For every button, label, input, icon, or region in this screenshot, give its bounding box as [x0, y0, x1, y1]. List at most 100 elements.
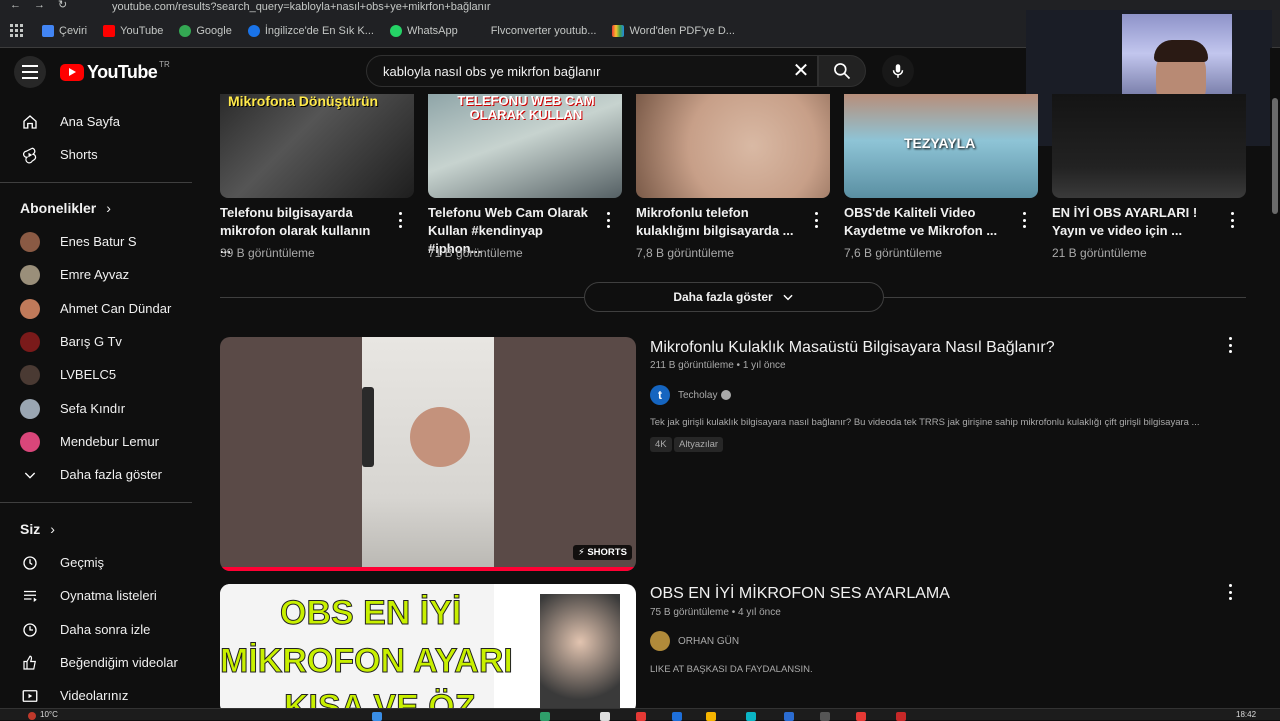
sidebar: Ana Sayfa Shorts Abonelikler › Enes Batur…: [0, 94, 204, 708]
video-description: LIKE AT BAŞKASI DA FAYDALANSIN.: [650, 664, 813, 675]
bookmark-google[interactable]: Google: [179, 24, 232, 37]
shelf-thumbnail[interactable]: Mikrofona Dönüştürün: [220, 94, 414, 198]
sidebar-subscription[interactable]: Ahmet Can Dündar: [12, 292, 192, 325]
sidebar-subscription[interactable]: Sefa Kındır: [12, 392, 192, 425]
shelf-thumbnail[interactable]: TELEFONU WEB CAM OLARAK KULLAN: [428, 94, 622, 198]
clear-search-icon[interactable]: ✕: [790, 60, 812, 82]
sidebar-item-history[interactable]: Geçmiş: [12, 546, 192, 579]
progress-bar: [220, 567, 636, 571]
site-icon: [612, 24, 625, 37]
subscriptions-header[interactable]: Abonelikler ›: [20, 200, 111, 216]
search-button[interactable]: [818, 55, 866, 87]
sidebar-item-shorts[interactable]: Shorts: [12, 138, 192, 171]
sidebar-show-more[interactable]: Daha fazla göster: [12, 458, 192, 491]
channel-avatar: t: [650, 385, 670, 405]
back-icon[interactable]: ←: [10, 0, 24, 14]
sidebar-subscription[interactable]: Barış G Tv: [12, 325, 192, 358]
reload-icon[interactable]: ↻: [58, 0, 72, 14]
channel-avatar: [20, 331, 40, 352]
sidebar-item-liked[interactable]: Beğendiğim videolar: [12, 646, 192, 679]
youtube-icon: [103, 24, 116, 37]
view-count: 7,6 B görüntüleme: [844, 246, 943, 260]
bookmark-ingilizce[interactable]: İngilizce'de En Sık K...: [247, 24, 374, 37]
video-thumbnail[interactable]: OBS EN İYİ MİKROFON AYARI KISA VE ÖZ: [220, 584, 636, 708]
page-scrollbar[interactable]: [1270, 48, 1280, 708]
shelf-show-more-button[interactable]: Daha fazla göster: [584, 282, 884, 312]
you-section-header[interactable]: Siz ›: [20, 521, 55, 537]
sidebar-divider: [0, 182, 192, 183]
search-input[interactable]: kabloyla nasıl obs ye mikrfon bağlanır: [366, 55, 818, 87]
history-icon: [20, 553, 40, 573]
channel-avatar: [20, 431, 40, 452]
your-videos-icon: [20, 686, 40, 706]
translate-icon: [42, 24, 54, 37]
chevron-down-icon: [783, 294, 793, 301]
view-count: 21 B görüntüleme: [1052, 246, 1147, 260]
sidebar-divider: [0, 502, 192, 503]
hamburger-menu-button[interactable]: [14, 56, 46, 88]
channel-avatar: [20, 298, 40, 319]
search-icon: [834, 63, 851, 80]
shelf-video-title[interactable]: EN İYİ OBS AYARLARI ! Yayın ve video için…: [1052, 204, 1212, 240]
forward-icon[interactable]: →: [34, 0, 48, 14]
bookmark-flvconverter[interactable]: Flvconverter youtub...: [473, 24, 596, 37]
more-actions-icon[interactable]: [606, 212, 610, 228]
captions-badge: Altyazılar: [674, 437, 724, 452]
more-actions-icon[interactable]: [1228, 337, 1232, 353]
watch-later-icon: [20, 620, 40, 640]
sidebar-subscription[interactable]: LVBELC5: [12, 358, 192, 391]
video-title[interactable]: Mikrofonlu Kulaklık Masaüstü Bilgisayara…: [650, 339, 1055, 357]
sidebar-item-watch-later[interactable]: Daha sonra izle: [12, 613, 192, 646]
shelf-divider: [220, 297, 584, 298]
channel-link[interactable]: ORHAN GÜN: [650, 631, 739, 651]
video-meta: 211 B görüntüleme • 1 yıl önce: [650, 360, 786, 371]
shelf-thumbnail[interactable]: TEZYAYLA: [844, 94, 1038, 198]
youtube-logo[interactable]: YouTube TR: [60, 60, 170, 83]
whatsapp-icon: [389, 24, 402, 37]
device-image: [362, 387, 374, 467]
presenter-image: [540, 594, 620, 708]
site-icon: [247, 24, 260, 37]
shorts-icon: ⚡: [578, 547, 585, 558]
channel-avatar: [20, 364, 40, 385]
bookmark-word-pdf[interactable]: Word'den PDF'ye D...: [612, 24, 735, 37]
weather-text: 10°C: [40, 710, 58, 719]
shelf-video-title[interactable]: Mikrofonlu telefon kulaklığını bilgisayar…: [636, 204, 796, 240]
shelf-thumbnail[interactable]: [636, 94, 830, 198]
more-actions-icon[interactable]: [1230, 212, 1234, 228]
quality-badge: 4K: [650, 437, 672, 452]
more-actions-icon[interactable]: [398, 212, 402, 228]
more-actions-icon[interactable]: [814, 212, 818, 228]
url-text[interactable]: youtube.com/results?search_query=kabloyl…: [112, 2, 491, 13]
bookmark-youtube[interactable]: YouTube: [103, 24, 163, 37]
sidebar-item-playlists[interactable]: Oynatma listeleri: [12, 579, 192, 612]
view-count: 39 B görüntüleme: [220, 246, 315, 260]
voice-search-button[interactable]: [882, 55, 914, 87]
channel-link[interactable]: t Techolay: [650, 385, 732, 405]
bookmark-ceviri[interactable]: Çeviri: [42, 24, 87, 37]
weather-icon: [28, 712, 36, 720]
view-count: 71 B görüntüleme: [428, 246, 523, 260]
shelf-thumbnail[interactable]: [1052, 94, 1246, 198]
video-title[interactable]: OBS EN İYİ MİKROFON SES AYARLAMA: [650, 585, 950, 603]
more-actions-icon[interactable]: [1228, 584, 1232, 600]
sidebar-subscription[interactable]: Enes Batur S: [12, 225, 192, 258]
clock: 18:42: [1236, 710, 1257, 719]
sidebar-subscription[interactable]: Mendebur Lemur: [12, 425, 192, 458]
shelf-divider: [884, 297, 1246, 298]
sidebar-subscription[interactable]: Emre Ayvaz: [12, 258, 192, 291]
channel-avatar: [20, 231, 40, 252]
more-actions-icon[interactable]: [1022, 212, 1026, 228]
channel-avatar: [20, 398, 40, 419]
chevron-down-icon: [20, 465, 40, 485]
video-thumbnail[interactable]: ⚡ SHORTS: [220, 337, 636, 571]
shelf-video-title[interactable]: OBS'de Kaliteli Video Kaydetme ve Mikrofo…: [844, 204, 1004, 240]
shorts-icon: [20, 145, 40, 165]
bookmark-whatsapp[interactable]: WhatsApp: [389, 24, 458, 37]
scrollbar-thumb[interactable]: [1272, 98, 1278, 214]
chevron-right-icon: ›: [50, 521, 55, 537]
youtube-play-icon: [60, 64, 84, 81]
os-taskbar: 10°C 18:42: [0, 708, 1280, 721]
sidebar-item-home[interactable]: Ana Sayfa: [12, 105, 192, 138]
apps-grid-icon[interactable]: [10, 23, 24, 38]
